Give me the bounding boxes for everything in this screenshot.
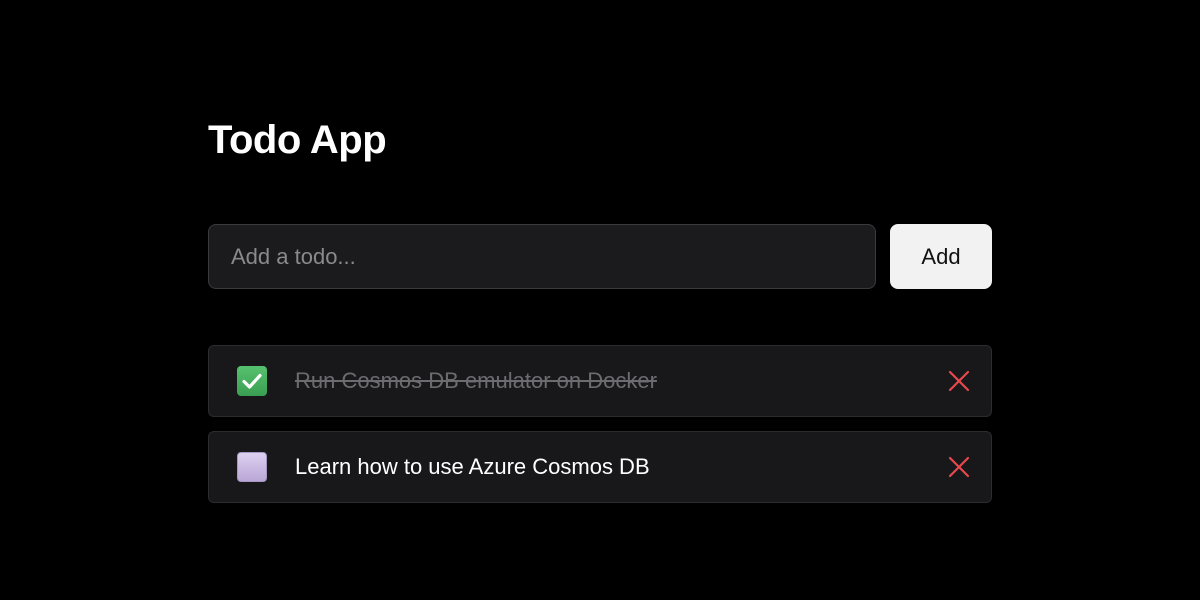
todo-list: Run Cosmos DB emulator on Docker Learn h… xyxy=(208,345,992,517)
page-title: Todo App xyxy=(208,118,387,162)
todo-item: Learn how to use Azure Cosmos DB xyxy=(208,431,992,503)
todo-text: Learn how to use Azure Cosmos DB xyxy=(295,454,650,479)
todo-item: Run Cosmos DB emulator on Docker xyxy=(208,345,992,417)
delete-button[interactable] xyxy=(945,453,973,481)
delete-button[interactable] xyxy=(945,367,973,395)
todo-input[interactable] xyxy=(208,224,876,289)
todo-text: Run Cosmos DB emulator on Docker xyxy=(295,368,657,393)
add-todo-form: Add xyxy=(208,224,992,289)
check-box-icon[interactable] xyxy=(237,366,267,396)
empty-box-icon[interactable] xyxy=(237,452,267,482)
close-icon xyxy=(948,370,970,392)
add-button[interactable]: Add xyxy=(890,224,992,289)
close-icon xyxy=(948,456,970,478)
